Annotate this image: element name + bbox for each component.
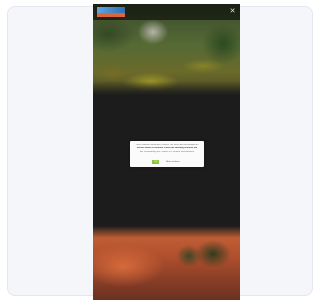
top-navigation-bar: ✕ xyxy=(93,4,240,20)
accept-cookies-button[interactable]: OK xyxy=(152,160,160,164)
cookie-text-line-3: der Verwendung von Cookies zu. Weitere I… xyxy=(139,150,195,153)
cookie-button-row: OK Mehr erfahren xyxy=(130,160,204,164)
learn-more-link[interactable]: Mehr erfahren xyxy=(164,160,182,164)
footer-sunset-image xyxy=(93,226,240,300)
mobile-page-preview: ✕ Diese Website verwendet Cookies, um Ih… xyxy=(93,4,240,300)
logo-lower-band xyxy=(97,13,125,17)
menu-icon[interactable]: ✕ xyxy=(228,7,237,16)
cookie-consent-dialog: Diese Website verwendet Cookies, um Ihne… xyxy=(130,141,204,167)
site-logo[interactable] xyxy=(97,7,125,18)
